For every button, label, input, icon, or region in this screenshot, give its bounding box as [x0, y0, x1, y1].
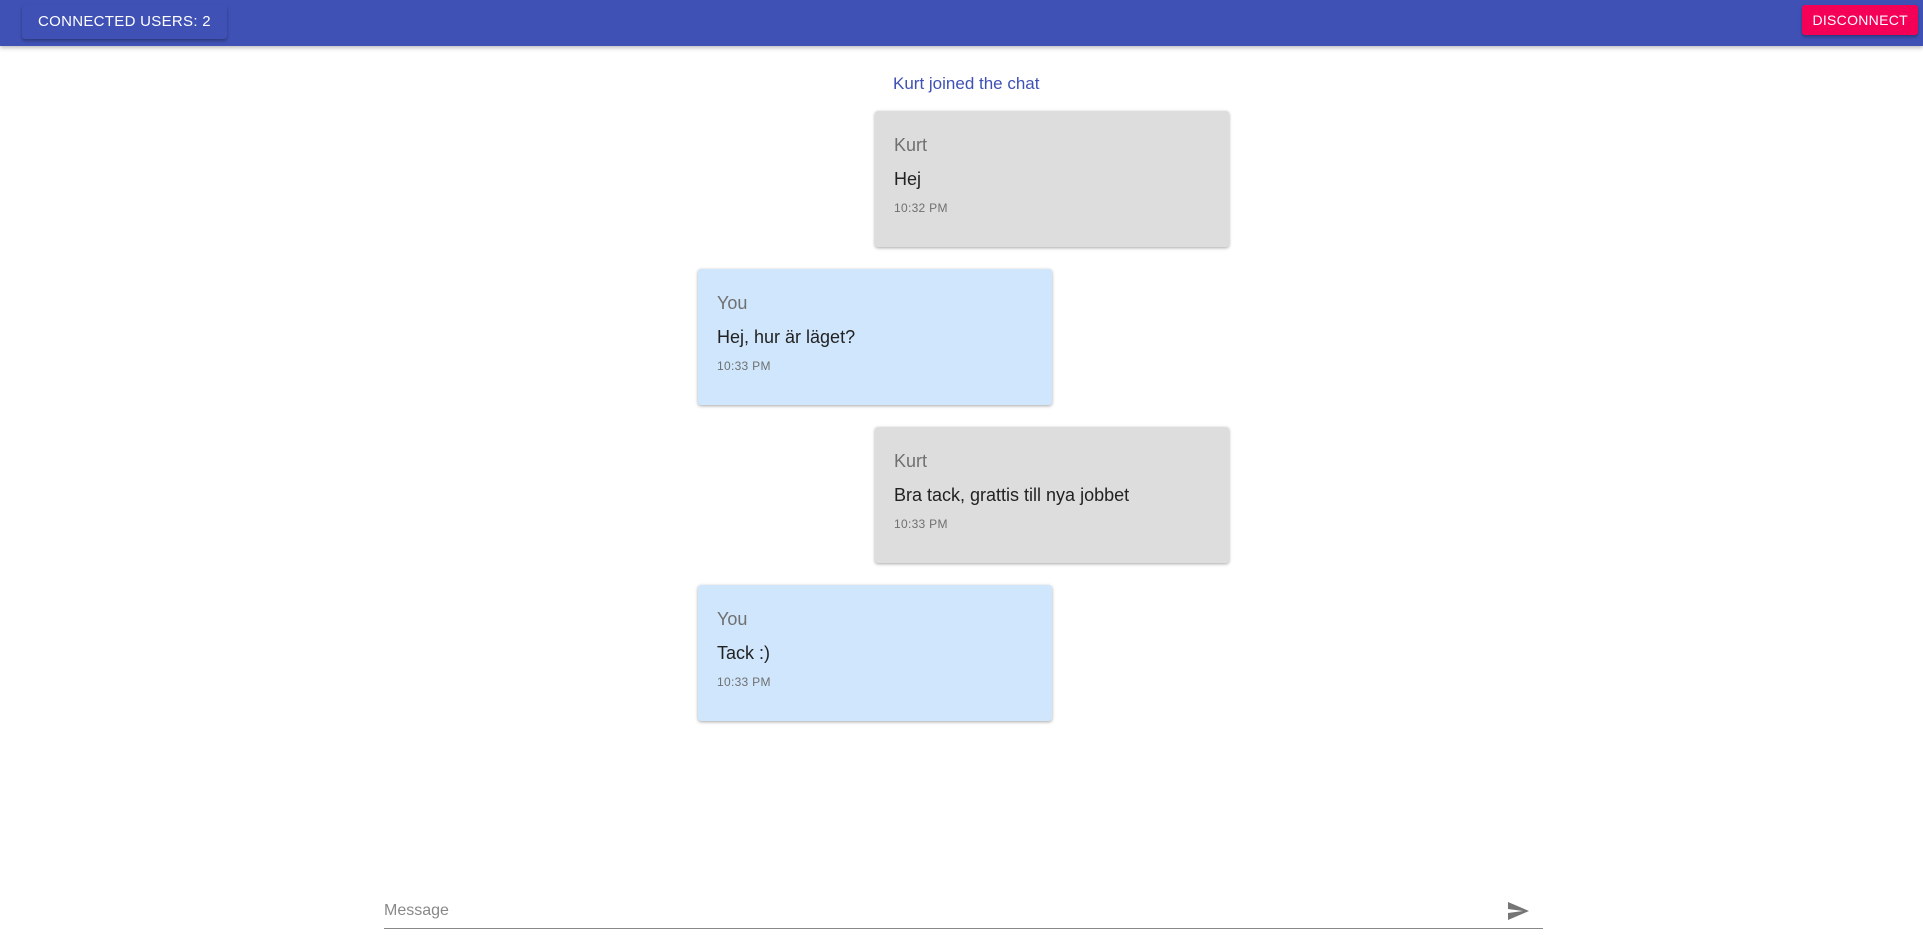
send-button[interactable]	[1505, 899, 1533, 923]
message-bubble: You Tack :) 10:33 PM	[698, 585, 1052, 721]
message-text: Hej, hur är läget?	[717, 327, 856, 347]
message-bubble: Kurt Hej 10:32 PM	[875, 111, 1229, 247]
message-time: 10:33 PM	[894, 517, 948, 531]
message-sender: Kurt	[894, 135, 928, 155]
message-bubble: You Hej, hur är läget? 10:33 PM	[698, 269, 1052, 405]
send-icon	[1508, 902, 1529, 920]
message-sender: You	[717, 293, 748, 313]
connected-users-button[interactable]: CONNECTED USERS: 2	[22, 5, 227, 39]
message-input[interactable]	[384, 896, 1494, 926]
message-text: Bra tack, grattis till nya jobbet	[894, 485, 1130, 505]
message-bubble: Kurt Bra tack, grattis till nya jobbet 1…	[875, 427, 1229, 563]
message-sender: You	[717, 609, 748, 629]
chat-app: CONNECTED USERS: 2 DISCONNECT Kurt joine…	[0, 0, 1923, 935]
system-message: Kurt joined the chat	[893, 74, 1040, 93]
disconnect-button[interactable]: DISCONNECT	[1802, 5, 1918, 35]
message-time: 10:32 PM	[894, 201, 948, 215]
message-text: Hej	[894, 169, 922, 189]
message-sender: Kurt	[894, 451, 928, 471]
message-time: 10:33 PM	[717, 675, 771, 689]
app-bar: CONNECTED USERS: 2 DISCONNECT	[0, 0, 1923, 46]
message-time: 10:33 PM	[717, 359, 771, 373]
message-composer	[384, 896, 1543, 929]
message-text: Tack :)	[717, 643, 771, 663]
